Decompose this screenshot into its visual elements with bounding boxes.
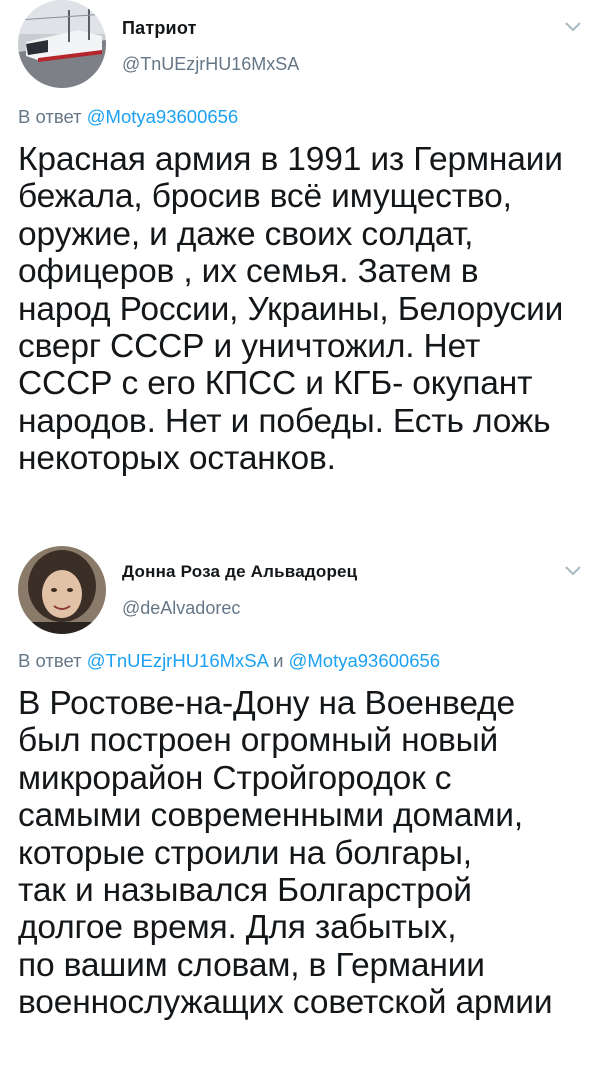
user-handle[interactable]: @TnUEzjrHU16MxSA: [122, 54, 299, 75]
tweet-text-line: микрорайон Стройгородок с: [18, 759, 452, 797]
tweet-text-line: так и назывался Болгарстрой: [18, 872, 472, 910]
reply-mention-link[interactable]: @TnUEzjrHU16MxSA: [87, 650, 268, 671]
tweet-text-line: оружие, и даже своих солдат,: [18, 215, 474, 253]
tweet-text-line: СССР с его КПСС и КГБ- окупант: [18, 365, 533, 403]
chevron-down-icon[interactable]: [564, 564, 582, 578]
tweet-text: В Ростове-на-Дону на Военведе был постро…: [18, 685, 598, 1022]
tweet-text-line: самыми современными домами,: [18, 797, 523, 835]
tweet-text-line: народ России, Украины, Белорусии: [18, 290, 564, 328]
train-photo-avatar-icon: [18, 0, 106, 88]
reply-prefix: В ответ: [18, 106, 82, 127]
tweet-2: Донна Роза де Альвадорец @deAlvadorec В …: [0, 540, 602, 1080]
avatar[interactable]: [18, 0, 106, 88]
reply-context: В ответ @Motya93600656: [18, 106, 238, 128]
tweet-text-line: некоторых останков.: [18, 440, 336, 478]
reply-mention-link[interactable]: @Motya93600656: [289, 650, 440, 671]
chevron-down-icon[interactable]: [564, 20, 582, 34]
display-name[interactable]: Донна Роза де Альвадорец: [122, 562, 357, 582]
tweet-text-line: был построен огромный новый: [18, 722, 499, 760]
tweet-text-line: бежала, бросив всё имущество,: [18, 178, 512, 216]
tweet-text-line: военнослужащих советской армии: [18, 984, 553, 1022]
reply-mention-link[interactable]: @Motya93600656: [87, 106, 238, 127]
tweet-text-line: Красная армия в 1991 из Гермнаии: [18, 141, 563, 178]
tweet-text-line: которые строили на болгары,: [18, 834, 472, 872]
reply-joiner: и: [273, 650, 284, 671]
reply-prefix: В ответ: [18, 650, 82, 671]
tweet-text-line: народов. Нет и победы. Есть ложь: [18, 402, 551, 440]
display-name[interactable]: Патриот: [122, 18, 197, 39]
avatar[interactable]: [18, 546, 106, 634]
tweet-text-line: долгое время. Для забытых,: [18, 909, 457, 947]
tweet-text-line: сверг СССР и уничтожил. Нет: [18, 328, 481, 366]
tweet-text: Красная армия в 1991 из Гермнаии бежала,…: [18, 141, 598, 478]
tweet-text-line: по вашим словам, в Германии: [18, 946, 485, 984]
user-handle[interactable]: @deAlvadorec: [122, 598, 240, 619]
tweet-text-line: офицеров , их семья. Затем в: [18, 253, 479, 291]
reply-context: В ответ @TnUEzjrHU16MxSA и @Motya9360065…: [18, 650, 440, 672]
tweet-1: Патриот @TnUEzjrHU16MxSA В ответ @Motya9…: [0, 0, 602, 530]
tweet-text-line: В Ростове-на-Дону на Военведе: [18, 685, 515, 722]
person-photo-avatar-icon: [18, 546, 106, 634]
